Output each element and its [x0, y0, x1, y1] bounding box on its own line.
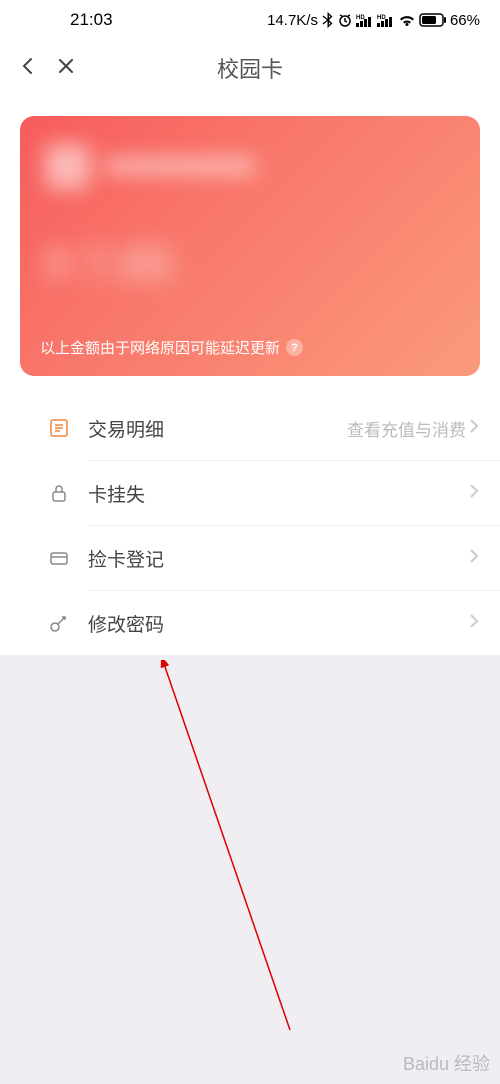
chevron-right-icon — [468, 548, 480, 569]
menu-section: 交易明细 查看充值与消费 卡挂失 捡卡登记 — [0, 376, 500, 655]
menu-label: 交易明细 — [88, 415, 347, 442]
annotation-arrow — [160, 660, 360, 1060]
content-top: ¥ 7.85 以上金额由于网络原因可能延迟更新 ? 交易明细 查看充值与消费 卡… — [0, 96, 500, 655]
card-icon — [48, 547, 70, 569]
nav-bar: 校园卡 — [0, 40, 500, 96]
signal-hd-icon: HD — [356, 13, 374, 27]
menu-item-report-lost[interactable]: 卡挂失 — [0, 461, 500, 525]
close-icon[interactable] — [56, 56, 76, 81]
svg-text:HD: HD — [377, 15, 386, 21]
menu-item-found-card[interactable]: 捡卡登记 — [0, 526, 500, 590]
key-icon — [48, 612, 70, 634]
card-footer-text: 以上金额由于网络原因可能延迟更新 — [40, 337, 280, 358]
chevron-right-icon — [468, 613, 480, 634]
chevron-right-icon — [468, 483, 480, 504]
back-icon[interactable] — [18, 56, 38, 81]
svg-text:HD: HD — [356, 15, 365, 21]
menu-sub: 查看充值与消费 — [347, 416, 466, 441]
chevron-right-icon — [468, 418, 480, 439]
help-icon[interactable]: ? — [286, 339, 303, 356]
campus-card[interactable]: ¥ 7.85 以上金额由于网络原因可能延迟更新 ? — [20, 116, 480, 376]
battery-icon — [419, 13, 447, 27]
list-icon — [48, 417, 70, 439]
signal-hd2-icon: HD — [377, 13, 395, 27]
watermark: Baidu 经验 — [403, 1050, 490, 1076]
alarm-icon — [337, 12, 353, 28]
menu-label: 修改密码 — [88, 610, 468, 637]
status-bar: 21:03 14.7K/s HD HD 66% — [0, 0, 500, 40]
card-footer: 以上金额由于网络原因可能延迟更新 ? — [40, 337, 460, 358]
card-balance-blurred: ¥ 7.85 — [45, 236, 173, 290]
wifi-icon — [398, 13, 416, 27]
battery-percent: 66% — [450, 12, 480, 29]
menu-item-change-password[interactable]: 修改密码 — [0, 591, 500, 655]
network-speed: 14.7K/s — [267, 12, 318, 29]
card-header-blurred — [45, 141, 455, 191]
bluetooth-icon — [321, 12, 334, 28]
menu-label: 卡挂失 — [88, 480, 468, 507]
lock-icon — [48, 482, 70, 504]
menu-label: 捡卡登记 — [88, 545, 468, 572]
status-right: 14.7K/s HD HD 66% — [267, 12, 480, 29]
status-time: 21:03 — [20, 10, 113, 30]
menu-item-transactions[interactable]: 交易明细 查看充值与消费 — [0, 396, 500, 460]
